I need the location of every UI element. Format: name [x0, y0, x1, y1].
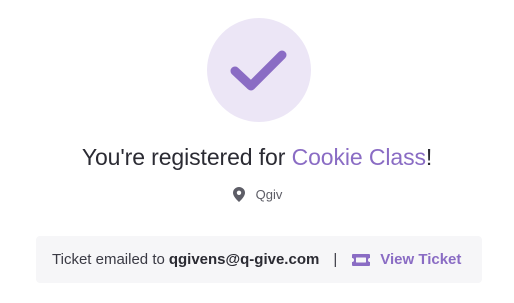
title-suffix: ! [425, 144, 433, 170]
registration-confirmation: You're registered for Cookie Class! Qgiv… [0, 0, 514, 303]
event-location: Qgiv [0, 186, 514, 202]
title-prefix: You're registered for [81, 144, 292, 170]
ticket-email: qgivens@q-give.com [168, 251, 320, 268]
event-name: Cookie Class [291, 144, 426, 170]
ticket-emailed-banner: Ticket emailed to qgivens@q-give.com | V… [36, 236, 482, 283]
location-name: Qgiv [255, 186, 283, 202]
view-ticket-label: View Ticket [380, 251, 462, 268]
map-pin-icon [232, 186, 246, 202]
separator: | [333, 251, 338, 268]
success-check-badge [207, 18, 311, 122]
view-ticket-link[interactable]: View Ticket [351, 251, 461, 268]
page-title: You're registered for Cookie Class! [0, 144, 514, 171]
ticket-emailed-label: Ticket emailed to [52, 251, 165, 268]
checkmark-icon [230, 50, 287, 91]
ticket-icon [351, 253, 371, 267]
